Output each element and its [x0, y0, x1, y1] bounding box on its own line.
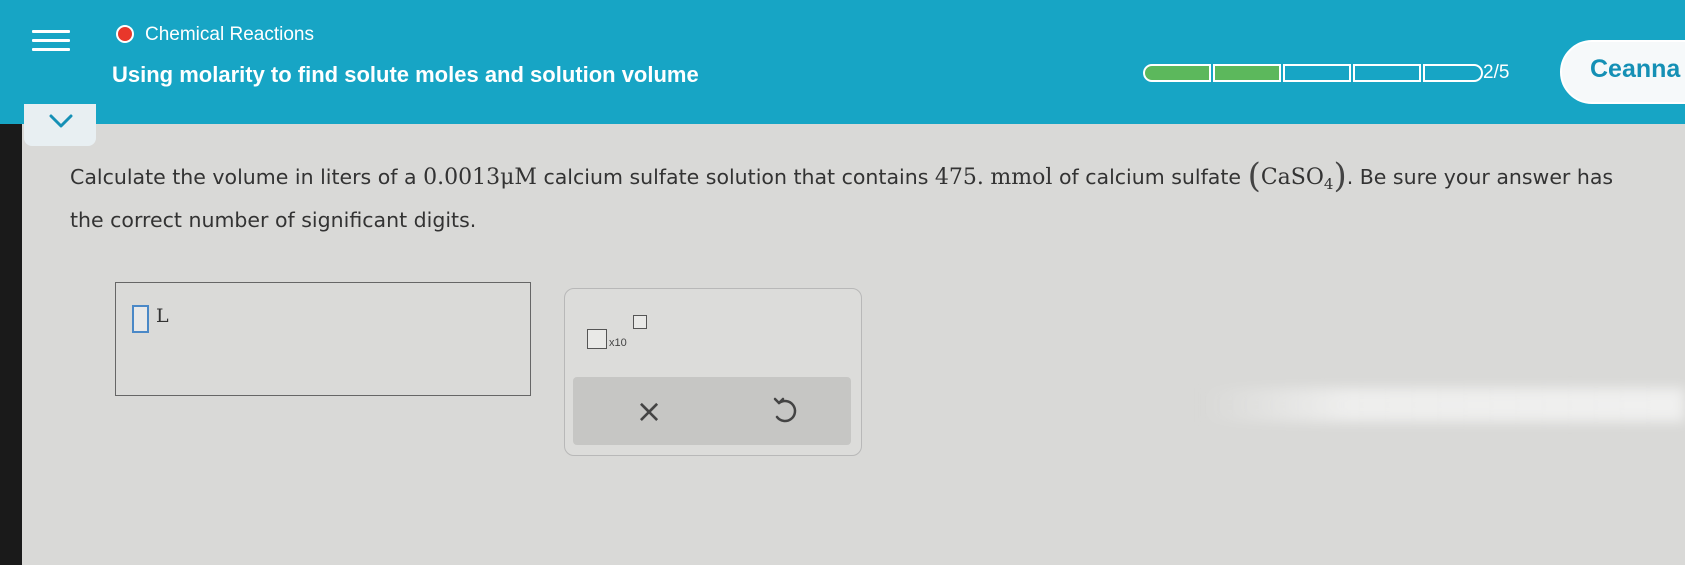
red-dot-icon	[116, 25, 134, 43]
collapse-tab[interactable]	[24, 104, 96, 146]
question-text: Calculate the volume in liters of a 0.00…	[70, 156, 1614, 233]
hamburger-menu-icon	[32, 30, 70, 33]
progress-segment	[1423, 64, 1483, 82]
question-text-part: of calcium sulfate	[1058, 165, 1242, 189]
topic-label: Chemical Reactions	[145, 24, 314, 45]
answer-area: L	[115, 282, 531, 396]
progress-segment	[1353, 64, 1421, 82]
clear-button[interactable]: ×	[629, 391, 669, 431]
chemical-formula: CaSO	[1260, 165, 1324, 190]
question-text-part: Calculate the volume in liters of a	[70, 165, 417, 189]
answer-input[interactable]	[132, 305, 149, 333]
progress-text: 2/5	[1483, 62, 1510, 83]
undo-icon	[773, 397, 797, 423]
screen-glare	[1200, 388, 1685, 422]
concentration-unit: μM	[500, 165, 537, 190]
answer-keypad: x10 ×	[564, 288, 862, 456]
x-icon: ×	[635, 392, 663, 430]
progress-segment	[1143, 64, 1211, 82]
progress-bar	[1143, 64, 1483, 82]
undo-button[interactable]	[767, 393, 803, 429]
question-text-part: calcium sulfate solution that contains	[543, 165, 929, 189]
answer-unit: L	[156, 305, 169, 327]
amount-value: 475.	[934, 165, 984, 190]
chevron-down-icon	[49, 114, 73, 128]
keypad-action-bar: ×	[573, 377, 851, 445]
formula-subscript: 4	[1323, 175, 1334, 194]
header-bar: Chemical Reactions Using molarity to fin…	[0, 0, 1685, 124]
progress-segment	[1283, 64, 1351, 82]
sci-notation-label: x10	[609, 337, 627, 349]
scientific-notation-icon	[587, 329, 607, 349]
progress-segment	[1213, 64, 1281, 82]
amount-unit: mmol	[990, 165, 1053, 190]
exponent-box-icon	[633, 315, 647, 329]
menu-button[interactable]	[32, 30, 70, 62]
user-menu-button[interactable]: Ceanna	[1560, 40, 1685, 104]
user-name: Ceanna	[1590, 55, 1681, 83]
scientific-notation-button[interactable]: x10	[587, 311, 653, 357]
page-title: Using molarity to find solute moles and …	[112, 62, 699, 87]
concentration-value: 0.0013	[423, 165, 501, 190]
